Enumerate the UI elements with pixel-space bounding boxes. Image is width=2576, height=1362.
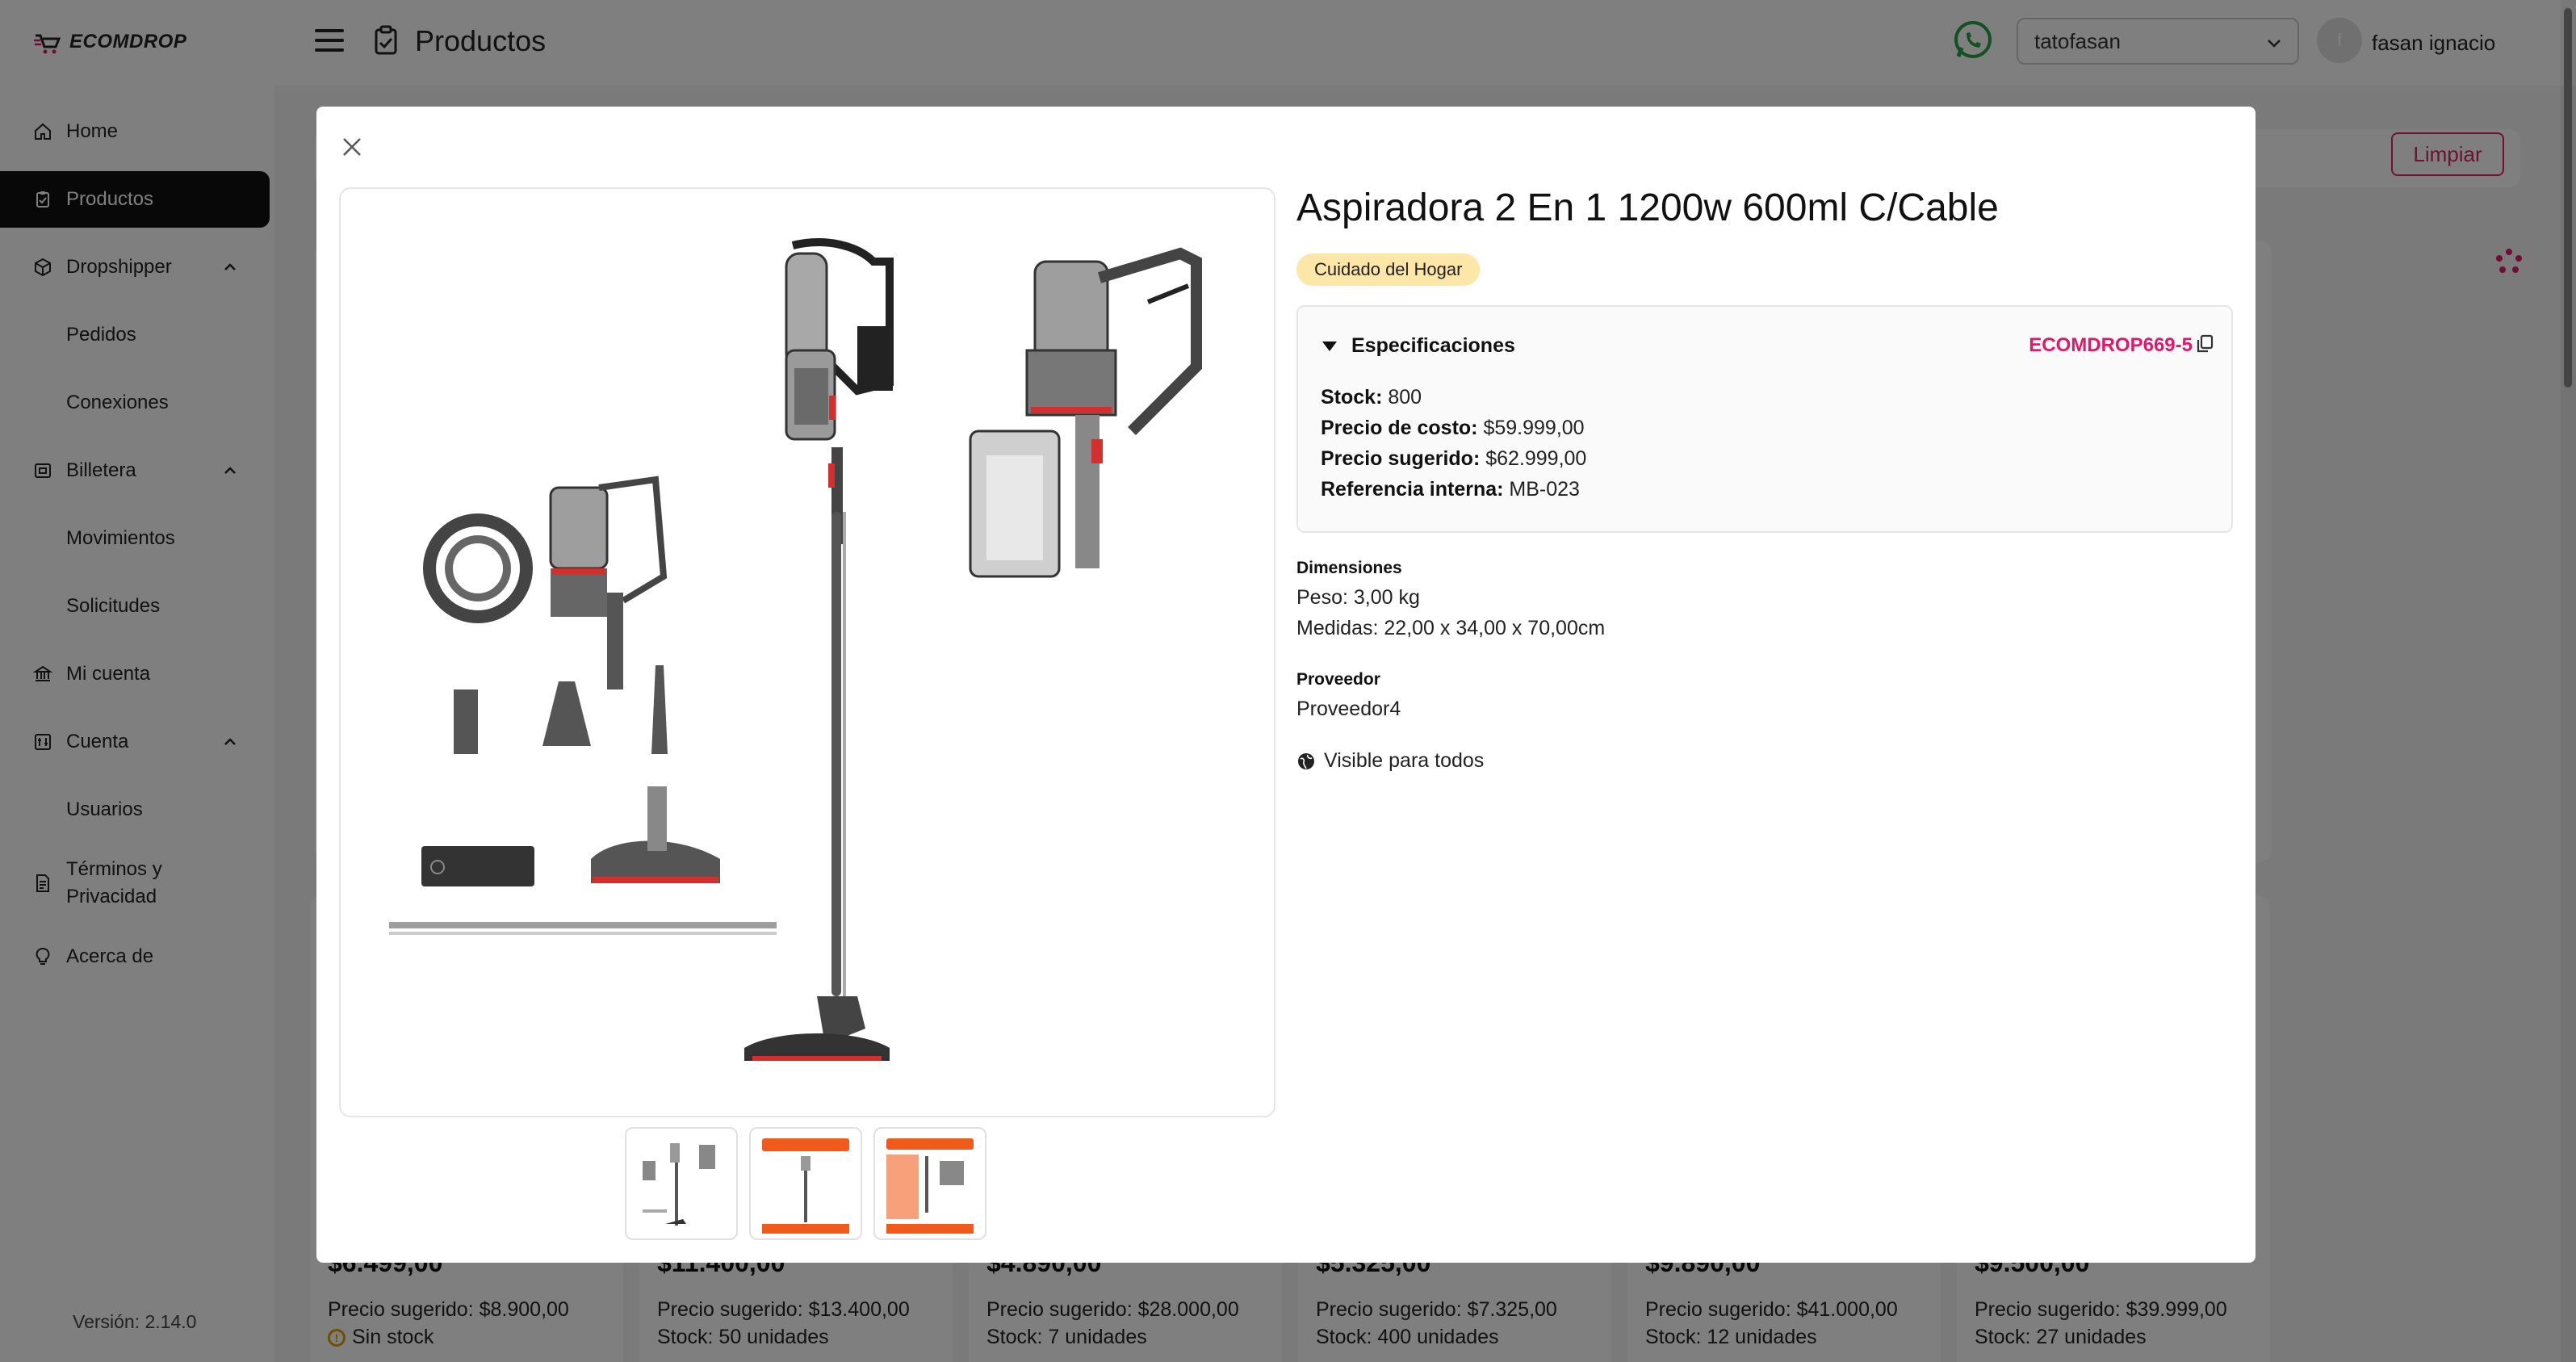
supplier-label: Proveedor <box>1296 670 1380 689</box>
thumbnail-image <box>886 1138 974 1234</box>
category-badge: Cuidado del Hogar <box>1296 254 1481 286</box>
globe-icon <box>1298 752 1314 769</box>
spec-suggested-value: $62.999,00 <box>1485 447 1587 470</box>
vacuum-main-illustration <box>744 238 894 1061</box>
copy-icon[interactable] <box>2196 334 2214 354</box>
close-icon <box>343 138 361 156</box>
product-image <box>389 238 1202 1061</box>
spec-stock-value: 800 <box>1388 386 1422 409</box>
spec-stock: Stock: 800 <box>1321 386 1422 409</box>
spec-cost-price: Precio de costo: $59.999,00 <box>1321 417 1585 440</box>
supplier-value: Proveedor4 <box>1296 698 1401 720</box>
product-title: Aspiradora 2 En 1 1200w 600ml C/Cable <box>1296 186 1999 229</box>
thumbnail[interactable] <box>749 1127 862 1240</box>
spec-ref-label: Referencia interna: <box>1321 478 1504 501</box>
spec-stock-label: Stock: <box>1321 386 1383 409</box>
product-image-viewer[interactable] <box>339 187 1275 1117</box>
spec-ref-value: MB-023 <box>1509 478 1580 501</box>
visibility-status: Visible para todos <box>1296 749 1484 773</box>
caret-down-icon <box>1322 341 1337 351</box>
vacuum-handheld-illustration <box>969 247 1202 578</box>
thumbnail-strip <box>625 1127 986 1240</box>
specifications-heading: Especificaciones <box>1351 334 1515 357</box>
dimensions-label: Dimensiones <box>1296 559 1402 577</box>
spec-suggested-price: Precio sugerido: $62.999,00 <box>1321 447 1586 471</box>
product-detail-modal: Aspiradora 2 En 1 1200w 600ml C/Cable Cu… <box>316 107 2256 1263</box>
spec-internal-ref: Referencia interna: MB-023 <box>1321 478 1580 501</box>
sku-code: ECOMDROP669-5 <box>2029 334 2193 356</box>
specifications-toggle[interactable]: Especificaciones <box>1322 334 1515 358</box>
thumbnail-image <box>643 1143 715 1226</box>
spec-cost-value: $59.999,00 <box>1483 417 1585 439</box>
spec-cost-label: Precio de costo: <box>1321 417 1478 439</box>
vacuum-accessories-illustration <box>389 476 777 935</box>
thumbnail[interactable] <box>873 1127 986 1240</box>
close-button[interactable] <box>336 131 368 163</box>
weight-value: Peso: 3,00 kg <box>1296 586 1420 609</box>
visibility-text: Visible para todos <box>1324 749 1485 772</box>
spec-suggested-label: Precio sugerido: <box>1321 447 1481 470</box>
thumbnail[interactable] <box>625 1127 738 1240</box>
specifications-panel: Especificaciones ECOMDROP669-5 Stock: 80… <box>1296 305 2233 533</box>
thumbnail-image <box>762 1138 849 1234</box>
measures-value: Medidas: 22,00 x 34,00 x 70,00cm <box>1296 617 1606 639</box>
